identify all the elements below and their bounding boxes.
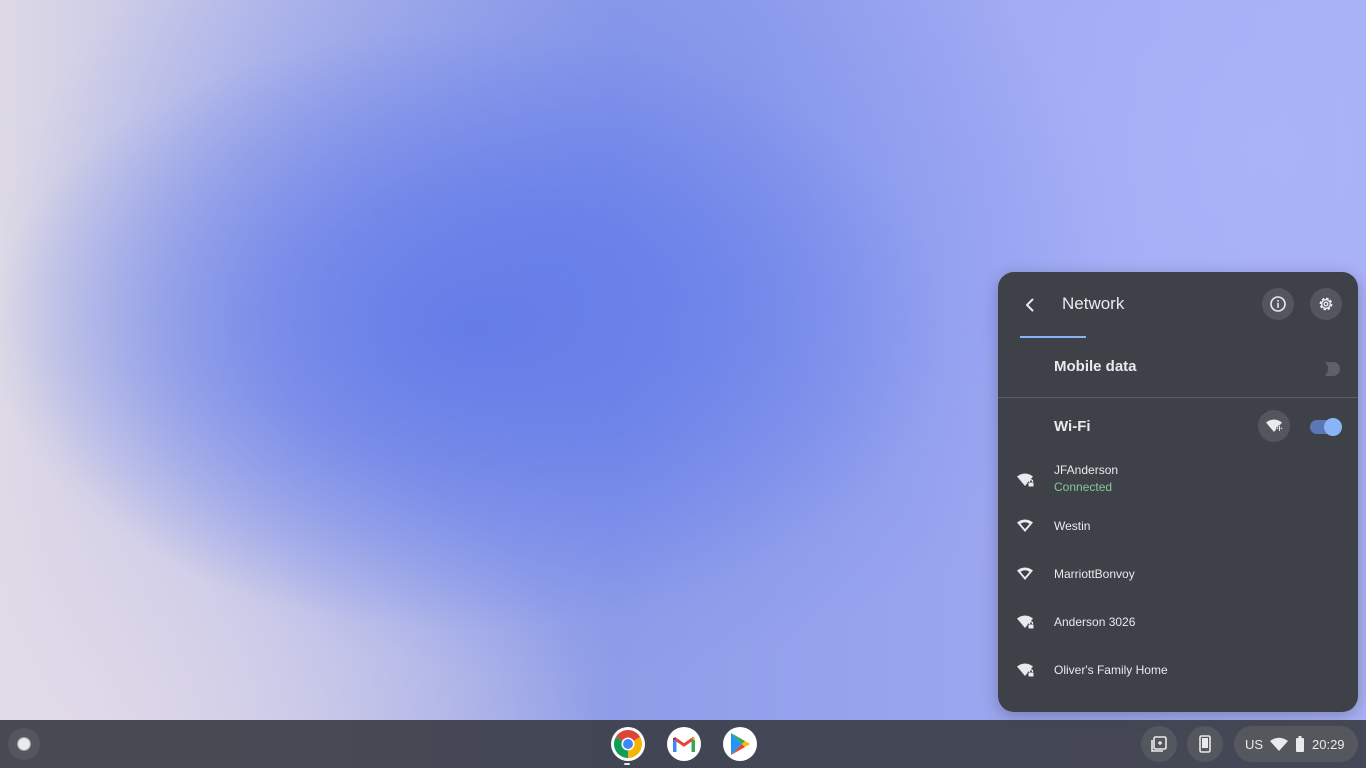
mobile-data-toggle[interactable]: [1310, 360, 1340, 378]
chrome-icon: [614, 730, 642, 758]
phone-icon: [1199, 735, 1211, 753]
back-button[interactable]: [1016, 291, 1044, 319]
divider: [998, 397, 1358, 398]
network-item-olivers-family-home[interactable]: Oliver's Family Home: [998, 648, 1358, 692]
network-name: Westin: [1054, 519, 1091, 533]
info-button[interactable]: [1262, 288, 1294, 320]
panel-header: Network: [998, 272, 1358, 338]
clock: 20:29: [1312, 737, 1345, 752]
network-status: Connected: [1054, 480, 1113, 494]
wifi-status-icon: [1270, 737, 1288, 751]
phone-hub-button[interactable]: [1187, 726, 1223, 762]
mobile-data-label: Mobile data: [1054, 358, 1137, 375]
gmail-icon: [673, 736, 695, 752]
wifi-icon: [1017, 567, 1033, 580]
wifi-locked-icon: [1017, 615, 1035, 630]
wifi-label: Wi-Fi: [1054, 418, 1091, 435]
clipboard-history-button[interactable]: [1141, 726, 1177, 762]
wifi-locked-icon: [1017, 663, 1035, 678]
gear-icon: [1319, 297, 1333, 311]
network-item-marriottbonvoy[interactable]: MarriottBonvoy: [998, 552, 1358, 596]
info-icon: [1270, 296, 1286, 312]
launcher-icon: [18, 738, 30, 750]
chrome-app[interactable]: [611, 727, 645, 761]
gmail-app[interactable]: [667, 727, 701, 761]
network-name: Oliver's Family Home: [1054, 663, 1168, 677]
network-panel: Network Mobile data Wi-Fi JFAnderson Con…: [998, 272, 1358, 712]
settings-button[interactable]: [1310, 288, 1342, 320]
chevron-left-icon: [1026, 298, 1034, 312]
title-underline: [1020, 336, 1086, 338]
network-name: JFAnderson: [1054, 463, 1119, 477]
network-item-westin[interactable]: Westin: [998, 504, 1358, 548]
toggle-knob: [1310, 360, 1328, 378]
clipboard-icon: [1151, 736, 1167, 752]
network-item-anderson-3026[interactable]: Anderson 3026: [998, 600, 1358, 644]
add-wifi-button[interactable]: [1258, 410, 1290, 442]
wifi-icon: [1017, 519, 1033, 532]
mobile-data-row: Mobile data: [998, 346, 1358, 394]
wifi-toggle[interactable]: [1310, 418, 1342, 436]
app-running-indicator: [624, 763, 630, 765]
play-store-icon: [731, 733, 750, 755]
play-store-app[interactable]: [723, 727, 757, 761]
network-name: Anderson 3026: [1054, 615, 1136, 629]
launcher-button[interactable]: [8, 728, 40, 760]
panel-title: Network: [1062, 294, 1125, 313]
network-item-jfanderson[interactable]: JFAnderson Connected: [998, 458, 1358, 502]
ime-indicator: US: [1245, 737, 1264, 752]
network-name: MarriottBonvoy: [1054, 567, 1135, 581]
add-wifi-icon: [1266, 419, 1283, 432]
wifi-locked-icon: [1017, 473, 1035, 488]
wifi-row: Wi-Fi: [998, 406, 1358, 454]
status-area[interactable]: US 20:29: [1234, 726, 1358, 762]
toggle-knob: [1324, 418, 1342, 436]
battery-icon: [1296, 736, 1304, 752]
